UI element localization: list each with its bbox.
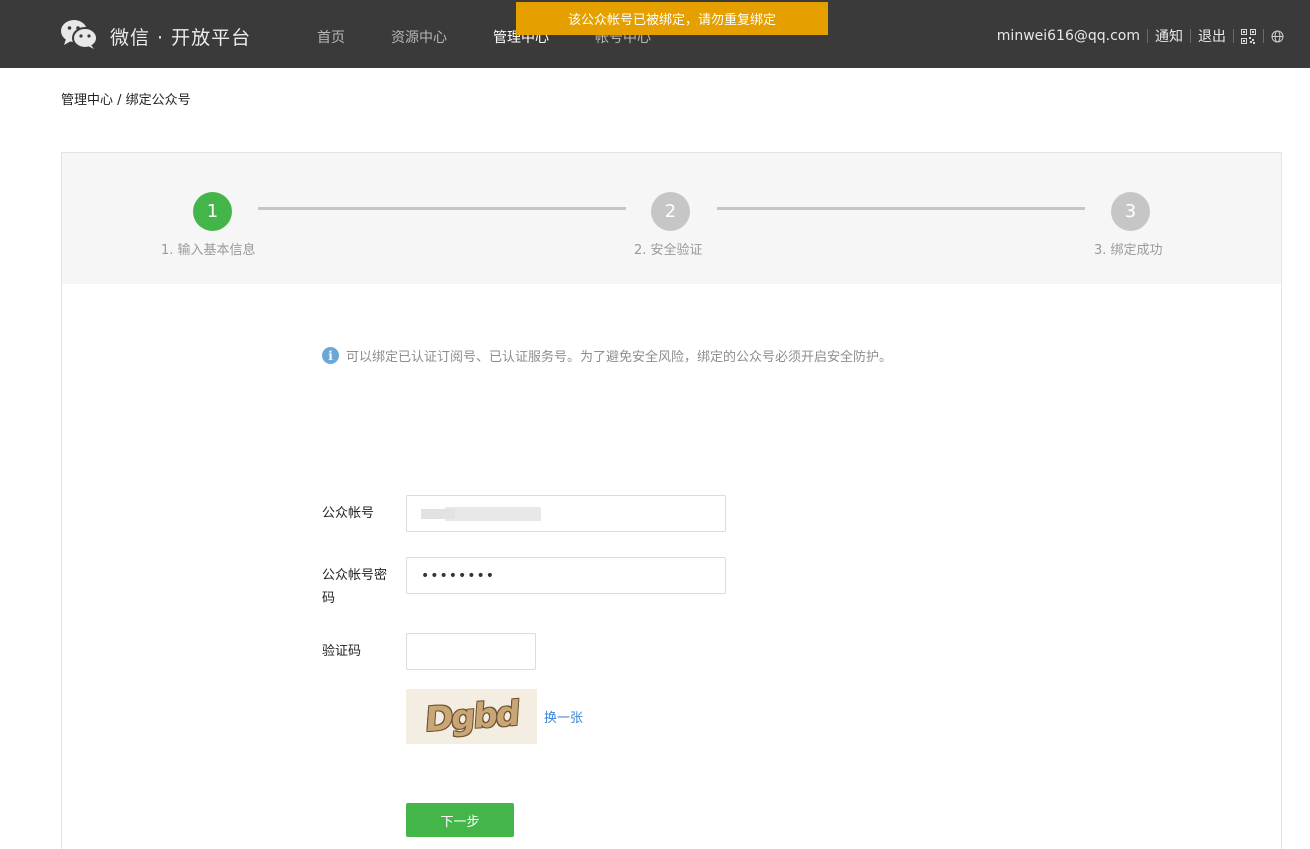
nav-home[interactable]: 首页 xyxy=(317,27,345,47)
captcha-label: 验证码 xyxy=(322,644,362,659)
breadcrumb: 管理中心 / 绑定公众号 xyxy=(61,93,191,108)
password-label: 公众帐号密 码 xyxy=(322,568,388,606)
nav-resources[interactable]: 资源中心 xyxy=(391,27,447,47)
step-3-circle: 3 xyxy=(1111,192,1150,231)
step-3-label: 3. 绑定成功 xyxy=(1094,243,1163,258)
globe-icon[interactable] xyxy=(1271,30,1284,43)
logout-link[interactable]: 退出 xyxy=(1198,26,1226,46)
captcha-image: Dgbd xyxy=(406,689,537,744)
user-area: minwei616@qq.com 通知 退出 xyxy=(997,26,1284,46)
step-progress: 1 2 3 1. 输入基本信息 2. 安全验证 3. 绑定成功 xyxy=(62,153,1281,284)
info-icon: i xyxy=(322,347,339,364)
notice-text: 可以绑定已认证订阅号、已认证服务号。为了避免安全风险，绑定的公众号必须开启安全防… xyxy=(346,350,893,365)
bind-panel: 1 2 3 1. 输入基本信息 2. 安全验证 3. 绑定成功 i 可以绑定已认… xyxy=(61,152,1282,849)
wechat-logo-icon xyxy=(60,18,98,54)
divider xyxy=(1190,29,1191,43)
brand-logo[interactable]: 微信 · 开放平台 xyxy=(60,18,251,54)
refresh-captcha-link[interactable]: 换一张 xyxy=(544,707,583,726)
logo-text: 微信 · 开放平台 xyxy=(110,26,252,49)
info-notice: i 可以绑定已认证订阅号、已认证服务号。为了避免安全风险，绑定的公众号必须开启安… xyxy=(322,346,892,365)
account-label: 公众帐号 xyxy=(322,506,375,521)
qrcode-icon[interactable] xyxy=(1241,28,1256,44)
step-2-circle: 2 xyxy=(651,192,690,231)
step-connector xyxy=(258,207,626,210)
captcha-input[interactable] xyxy=(406,633,536,670)
next-step-button[interactable]: 下一步 xyxy=(406,803,514,837)
step-1-label: 1. 输入基本信息 xyxy=(161,243,256,258)
divider xyxy=(1263,29,1264,43)
password-input[interactable]: •••••••• xyxy=(406,557,726,594)
error-toast: 该公众帐号已被绑定，请勿重复绑定 xyxy=(516,2,828,35)
redacted-value xyxy=(445,507,541,521)
divider xyxy=(1233,29,1234,43)
account-input[interactable] xyxy=(406,495,726,532)
captcha-text: Dgbd xyxy=(423,693,520,740)
step-2-label: 2. 安全验证 xyxy=(634,243,703,258)
notifications-link[interactable]: 通知 xyxy=(1155,26,1183,46)
step-connector xyxy=(717,207,1085,210)
user-email[interactable]: minwei616@qq.com xyxy=(997,28,1140,44)
step-1-circle: 1 xyxy=(193,192,232,231)
divider xyxy=(1147,29,1148,43)
